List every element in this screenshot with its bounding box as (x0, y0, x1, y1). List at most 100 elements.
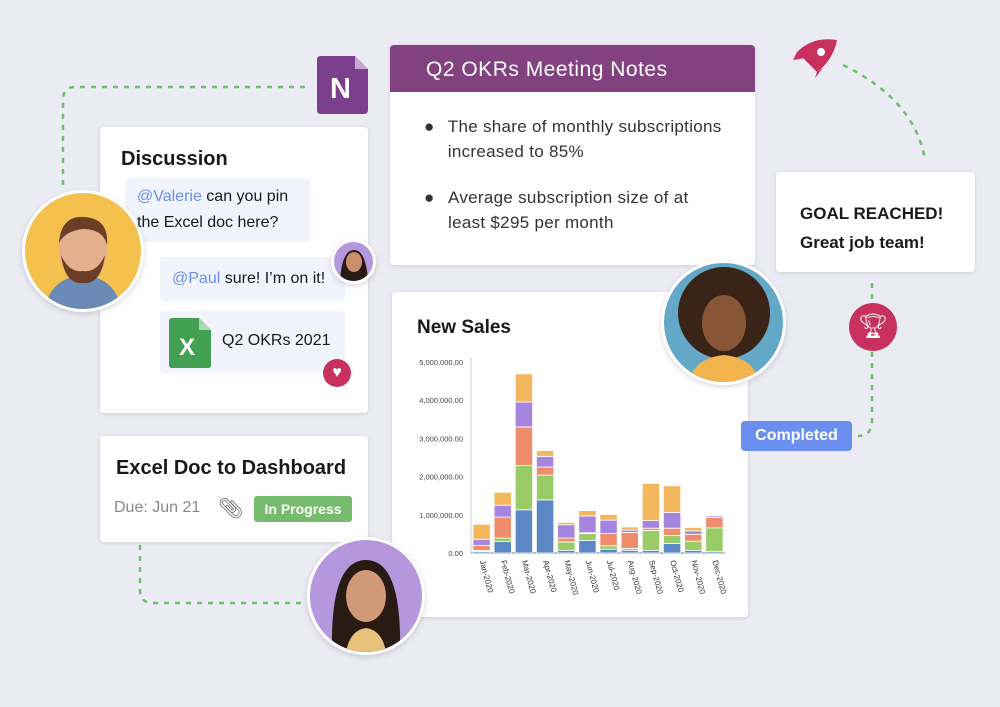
x-tick-label: Nov-2020 (689, 559, 707, 595)
bar-segment (663, 512, 682, 529)
trophy-icon: 🏆︎ (849, 303, 897, 351)
bar-segment (705, 527, 724, 552)
x-tick-label: Feb-2020 (499, 559, 517, 595)
mention-valerie[interactable]: @Valerie (137, 188, 202, 205)
x-tick-label: Sep-2020 (647, 559, 665, 595)
bar-segment (599, 545, 618, 550)
bar-segment (684, 530, 703, 535)
bar-segment (578, 510, 597, 517)
bar-segment (684, 527, 703, 532)
connector-line (857, 352, 874, 438)
x-tick-label: Aug-2020 (626, 559, 644, 595)
bar-segment (557, 541, 576, 551)
bar-segment (599, 533, 618, 547)
bar-segment (578, 533, 597, 541)
bar-segment (620, 549, 639, 554)
completed-badge: Completed (741, 421, 852, 451)
bar-segment (684, 549, 703, 554)
y-tick-label: 1,000,000.00 (419, 511, 463, 520)
bar-segment (472, 544, 491, 551)
x-tick-label: Dec-2020 (710, 559, 728, 595)
file-attachment[interactable]: X Q2 OKRs 2021 (160, 311, 345, 373)
note-bullet: ● Average subscription size of at least $… (424, 188, 689, 232)
notes-title: Q2 OKRs Meeting Notes (426, 58, 668, 81)
connector-line (842, 63, 927, 161)
bar-segment (536, 466, 555, 476)
goal-line1: GOAL REACHED! (800, 204, 944, 223)
bar-segment (514, 465, 533, 511)
status-badge: In Progress (254, 496, 352, 522)
bar-segment (514, 509, 533, 554)
bar-segment (536, 455, 555, 468)
x-tick-label: Jul-2020 (605, 559, 622, 592)
y-tick-label: 2,000,000.00 (419, 473, 463, 482)
bar-segment (620, 531, 639, 549)
bar-segment (663, 543, 682, 554)
bar-segment (557, 524, 576, 539)
bar-segment (472, 523, 491, 540)
bar-segment (641, 520, 660, 529)
bar-segment (578, 515, 597, 534)
x-tick-label: Oct-2020 (668, 559, 685, 594)
avatar-paul[interactable] (22, 190, 144, 312)
mention-paul[interactable]: @Paul (172, 270, 220, 287)
bar-segment (705, 515, 724, 518)
bar-segment (641, 530, 660, 551)
notes-header: Q2 OKRs Meeting Notes (390, 45, 755, 92)
x-tick-label: Jan-2020 (478, 559, 495, 594)
y-tick-label: 0.00 (448, 549, 463, 558)
bar-segment (705, 517, 724, 529)
bar-segment (641, 549, 660, 554)
due-date: Due: Jun 21 (114, 499, 201, 516)
bar-segment (514, 401, 533, 428)
message-paul: @Paul sure! I’m on it! (160, 257, 345, 301)
bar-segment (493, 504, 512, 518)
bar-segment (514, 373, 533, 403)
bar-segment (578, 539, 597, 554)
bar-segment (493, 541, 512, 554)
bar-segment (536, 450, 555, 457)
bar-segment (620, 526, 639, 531)
avatar-valerie[interactable] (307, 537, 425, 655)
discussion-title: Discussion (121, 148, 228, 170)
paperclip-icon[interactable]: 📎︎ (218, 496, 243, 521)
connector-line (138, 545, 305, 605)
bar-segment (536, 499, 555, 554)
bar-segment (663, 535, 682, 544)
y-tick-label: 3,000,000.00 (419, 434, 463, 443)
goal-card: GOAL REACHED! Great job team! (776, 172, 975, 272)
y-tick-label: 4,000,000.00 (419, 396, 463, 405)
svg-text:X: X (179, 334, 195, 361)
bar-segment (557, 522, 576, 526)
message-valerie: @Valerie can you pin the Excel doc here? (125, 178, 310, 242)
bar-segment (663, 485, 682, 513)
bar-segment (641, 483, 660, 521)
bar-segment (557, 537, 576, 543)
avatar-woman-right[interactable] (661, 260, 786, 385)
bar-segment (599, 548, 618, 554)
avatar-valerie-small[interactable] (331, 239, 376, 284)
excel-icon: X (169, 318, 211, 368)
goal-line2: Great job team! (800, 233, 925, 252)
task-card: Excel Doc to Dashboard Due: Jun 21 📎︎ In… (100, 436, 368, 542)
heart-icon[interactable]: ♥ (323, 359, 351, 387)
bar-segment (536, 474, 555, 501)
bar-segment (684, 533, 703, 542)
x-tick-label: Apr-2020 (541, 559, 558, 594)
x-tick-label: Mar-2020 (520, 559, 538, 595)
bar-segment (599, 519, 618, 534)
x-tick-label: Jun-2020 (583, 559, 600, 594)
task-title: Excel Doc to Dashboard (116, 457, 347, 479)
bar-segment (599, 514, 618, 521)
bar-segment (493, 491, 512, 506)
bar-segment (472, 538, 491, 546)
bar-segment (663, 527, 682, 536)
rocket-icon (793, 39, 837, 78)
y-tick-label: 5,000,000.00 (419, 358, 463, 367)
bar-segment (514, 426, 533, 466)
bar-segment (493, 516, 512, 539)
bar-segment (557, 549, 576, 554)
x-tick-label: May-2020 (562, 559, 580, 596)
bar-segment (684, 540, 703, 551)
note-bullet: ● The share of monthly subscriptions incr… (424, 117, 722, 161)
